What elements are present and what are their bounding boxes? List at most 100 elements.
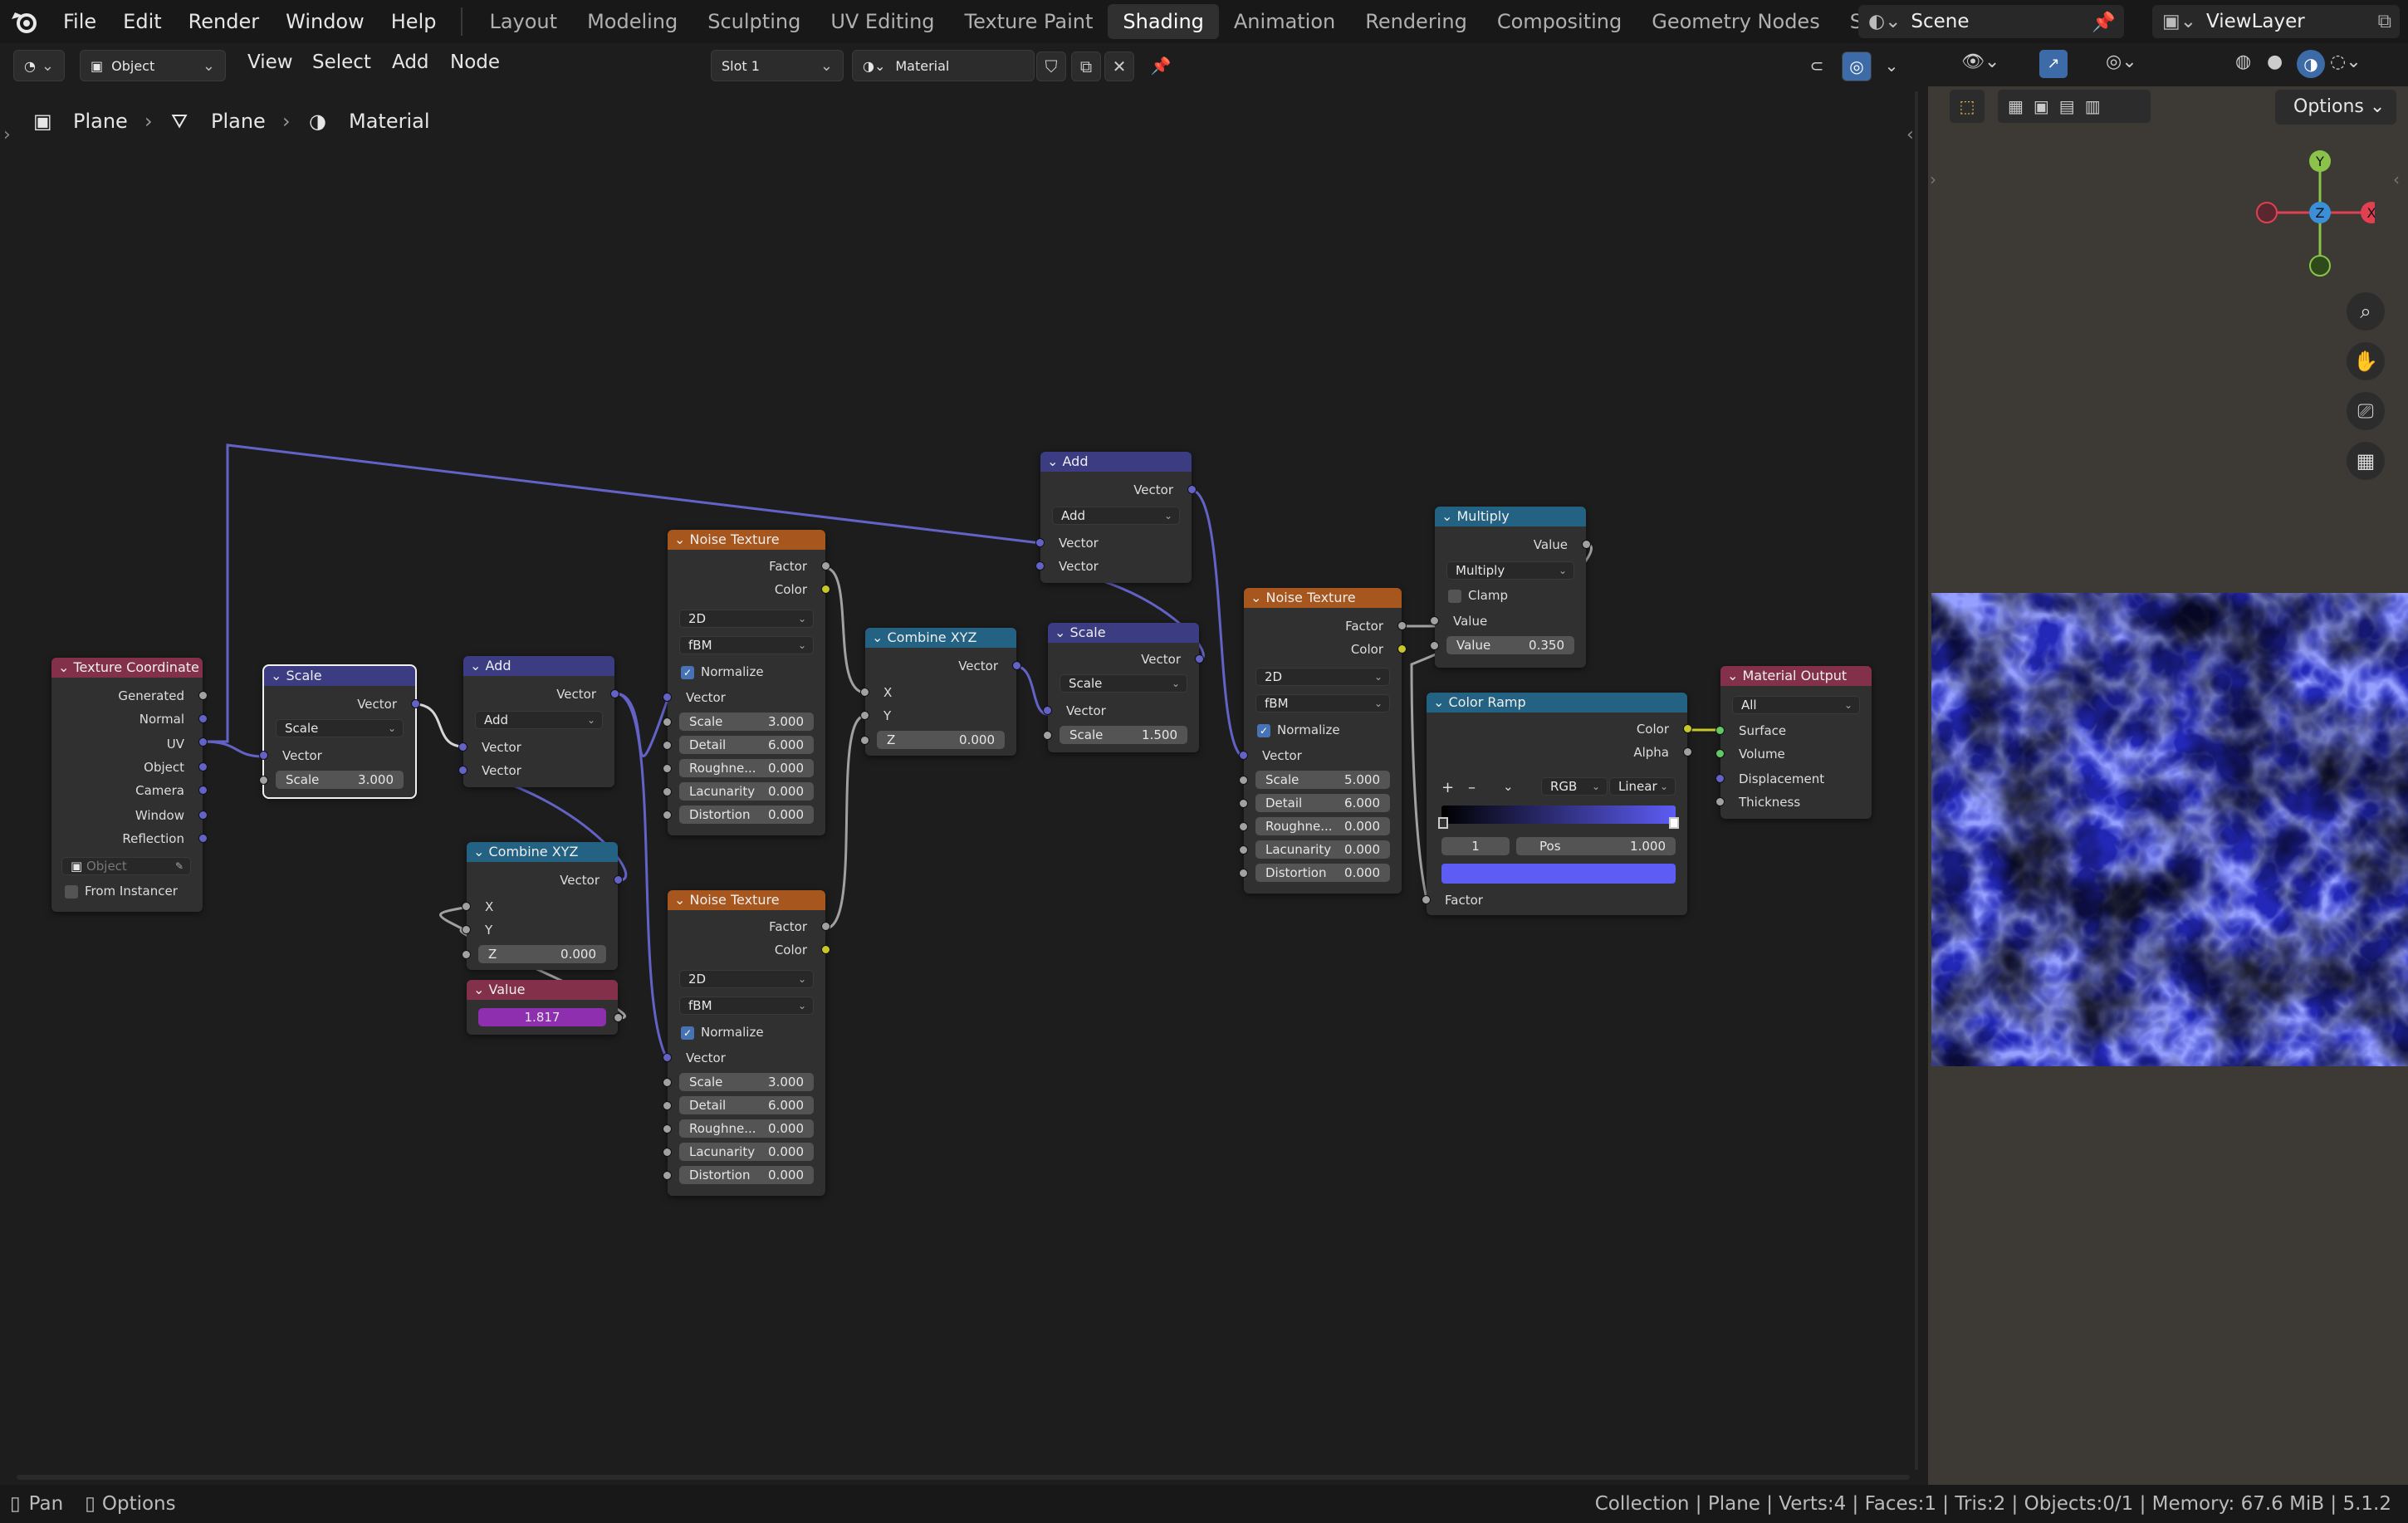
solid-shading-icon[interactable]: ●: [2267, 51, 2283, 72]
node-header[interactable]: ⌄ Multiply: [1435, 507, 1586, 526]
socket[interactable]: [198, 691, 208, 700]
socket[interactable]: [198, 834, 208, 843]
socket[interactable]: [1430, 641, 1439, 650]
socket[interactable]: [198, 737, 208, 747]
remove-stop-icon[interactable]: –: [1468, 779, 1476, 796]
ramp-stop-handle[interactable]: [1438, 817, 1448, 829]
socket[interactable]: [1195, 654, 1204, 664]
socket[interactable]: [411, 699, 420, 708]
socket[interactable]: [259, 751, 268, 760]
socket[interactable]: [1239, 869, 1248, 878]
stop-index-field[interactable]: 1: [1441, 837, 1510, 855]
normalize-checkbox[interactable]: ✓ Normalize: [1257, 721, 1340, 739]
texture-coordinate-node[interactable]: ⌄ Texture Coordinate Generated Normal UV…: [51, 658, 208, 912]
node-header[interactable]: ⌄ Scale: [264, 666, 415, 686]
socket[interactable]: [663, 1101, 672, 1110]
socket[interactable]: [1683, 724, 1692, 733]
noise-type-dropdown[interactable]: fBM ⌄: [1255, 694, 1390, 713]
pin-icon[interactable]: 📌: [2092, 11, 2116, 33]
operation-dropdown[interactable]: Multiply ⌄: [1446, 561, 1574, 580]
options-dropdown[interactable]: Options ⌄: [2275, 90, 2396, 125]
ramp-stop-handle[interactable]: [1669, 817, 1679, 829]
noise-texture-node[interactable]: ⌄ Noise Texture Factor Color 2D ⌄ fBM ⌄ ✓ N…: [663, 890, 830, 1196]
socket[interactable]: [198, 810, 208, 820]
operation-dropdown[interactable]: Scale ⌄: [1060, 674, 1187, 693]
stop-position-field[interactable]: Pos 1.000: [1516, 837, 1676, 855]
material-preview-icon[interactable]: ◑: [2297, 50, 2325, 78]
select-tool-icon[interactable]: ⬚: [1950, 90, 1985, 123]
roughness-field[interactable]: Roughne... 0.000: [679, 1119, 814, 1138]
roughness-field[interactable]: Roughne... 0.000: [679, 759, 814, 777]
chevron-down-icon[interactable]: ⌄: [1503, 779, 1514, 794]
socket[interactable]: [1397, 621, 1407, 630]
socket[interactable]: [860, 736, 869, 745]
noise-type-dropdown[interactable]: fBM ⌄: [679, 997, 814, 1015]
socket[interactable]: [1715, 774, 1725, 783]
scale-node[interactable]: ⌄ Scale Vector Scale ⌄ Vector Scale 1.500: [1043, 623, 1204, 752]
operation-dropdown[interactable]: Scale ⌄: [276, 719, 404, 737]
socket[interactable]: [614, 875, 623, 884]
node-header[interactable]: ⌄ Add: [1040, 452, 1192, 472]
socket[interactable]: [663, 717, 672, 727]
scale-field[interactable]: Scale 1.500: [1060, 726, 1187, 744]
detail-field[interactable]: Detail 6.000: [1255, 794, 1390, 812]
stop-color-swatch[interactable]: [1441, 864, 1676, 884]
value-field[interactable]: Value 0.350: [1446, 636, 1574, 654]
socket[interactable]: [462, 925, 471, 934]
overlay-icon[interactable]: ◎⌄: [2106, 51, 2137, 72]
value-field[interactable]: 1.817: [478, 1008, 606, 1026]
view-layer-selector[interactable]: ▣⌄ ViewLayer ⧉: [2152, 5, 2400, 38]
color-ramp-gradient[interactable]: [1441, 806, 1676, 824]
socket[interactable]: [1239, 845, 1248, 855]
node-header[interactable]: ⌄ Noise Texture: [668, 890, 825, 910]
socket[interactable]: [821, 585, 830, 594]
z-field[interactable]: Z 0.000: [877, 731, 1005, 749]
scale-node[interactable]: ⌄ Scale Vector Scale ⌄ Vector Scale 3.000: [259, 664, 420, 799]
scale-field[interactable]: Scale 3.000: [276, 771, 404, 789]
socket[interactable]: [462, 902, 471, 911]
camera-view-icon[interactable]: ⎚: [2347, 392, 2385, 430]
roughness-field[interactable]: Roughne... 0.000: [1255, 817, 1390, 835]
socket[interactable]: [1430, 616, 1439, 625]
vector-add-node[interactable]: ⌄ Add Vector Add ⌄ Vector Vector: [458, 656, 619, 787]
zoom-icon[interactable]: ⌕: [2347, 292, 2385, 331]
noise-texture-node[interactable]: ⌄ Noise Texture Factor Color 2D ⌄ fBM ⌄ ✓ N…: [663, 530, 830, 835]
eyedropper-icon[interactable]: ✎: [175, 858, 184, 874]
node-header[interactable]: ⌄ Noise Texture: [668, 530, 825, 550]
z-field[interactable]: Z 0.000: [478, 945, 606, 963]
node-header[interactable]: ⌄ Add: [463, 656, 614, 676]
socket[interactable]: [610, 689, 619, 698]
detail-field[interactable]: Detail 6.000: [679, 736, 814, 754]
wireframe-shading-icon[interactable]: ◍: [2235, 51, 2251, 72]
scale-field[interactable]: Scale 5.000: [1255, 771, 1390, 789]
horizontal-scrollbar[interactable]: [17, 1475, 1910, 1480]
material-output-node[interactable]: ⌄ Material Output All ⌄ Surface Volume Di…: [1715, 666, 1872, 819]
socket[interactable]: [821, 945, 830, 954]
socket[interactable]: [198, 786, 208, 795]
perspective-toggle-icon[interactable]: ▦: [2347, 442, 2385, 480]
socket[interactable]: [663, 741, 672, 750]
scale-field[interactable]: Scale 3.000: [679, 713, 814, 731]
socket[interactable]: [1043, 731, 1052, 740]
normalize-checkbox[interactable]: ✓ Normalize: [681, 663, 764, 681]
node-header[interactable]: ⌄ Combine XYZ: [467, 842, 618, 862]
socket[interactable]: [462, 950, 471, 959]
normalize-checkbox[interactable]: ✓ Normalize: [681, 1023, 764, 1041]
node-header[interactable]: ⌄ Scale: [1048, 623, 1199, 643]
lacunarity-field[interactable]: Lacunarity 0.000: [679, 1143, 814, 1161]
operation-dropdown[interactable]: Add ⌄: [1052, 507, 1180, 525]
socket[interactable]: [1187, 485, 1197, 494]
node-header[interactable]: ⌄ Material Output: [1720, 666, 1872, 686]
socket[interactable]: [1715, 749, 1725, 758]
from-instancer-checkbox[interactable]: From Instancer: [65, 882, 178, 900]
dimensions-dropdown[interactable]: 2D ⌄: [679, 610, 814, 628]
color-ramp-node[interactable]: ⌄ Color Ramp Color Alpha + – ⌄ RGB ⌄ Line…: [1422, 693, 1692, 915]
math-multiply-node[interactable]: ⌄ Multiply Value Multiply ⌄ Clamp Value V…: [1430, 507, 1591, 668]
noise-texture-node[interactable]: ⌄ Noise Texture Factor Color 2D ⌄ fBM ⌄ ✓ N…: [1239, 588, 1407, 894]
socket[interactable]: [663, 1053, 672, 1062]
socket[interactable]: [259, 776, 268, 785]
noise-type-dropdown[interactable]: fBM ⌄: [679, 636, 814, 654]
node-header[interactable]: ⌄ Texture Coordinate: [51, 658, 203, 678]
lacunarity-field[interactable]: Lacunarity 0.000: [679, 782, 814, 801]
socket[interactable]: [1582, 540, 1591, 549]
